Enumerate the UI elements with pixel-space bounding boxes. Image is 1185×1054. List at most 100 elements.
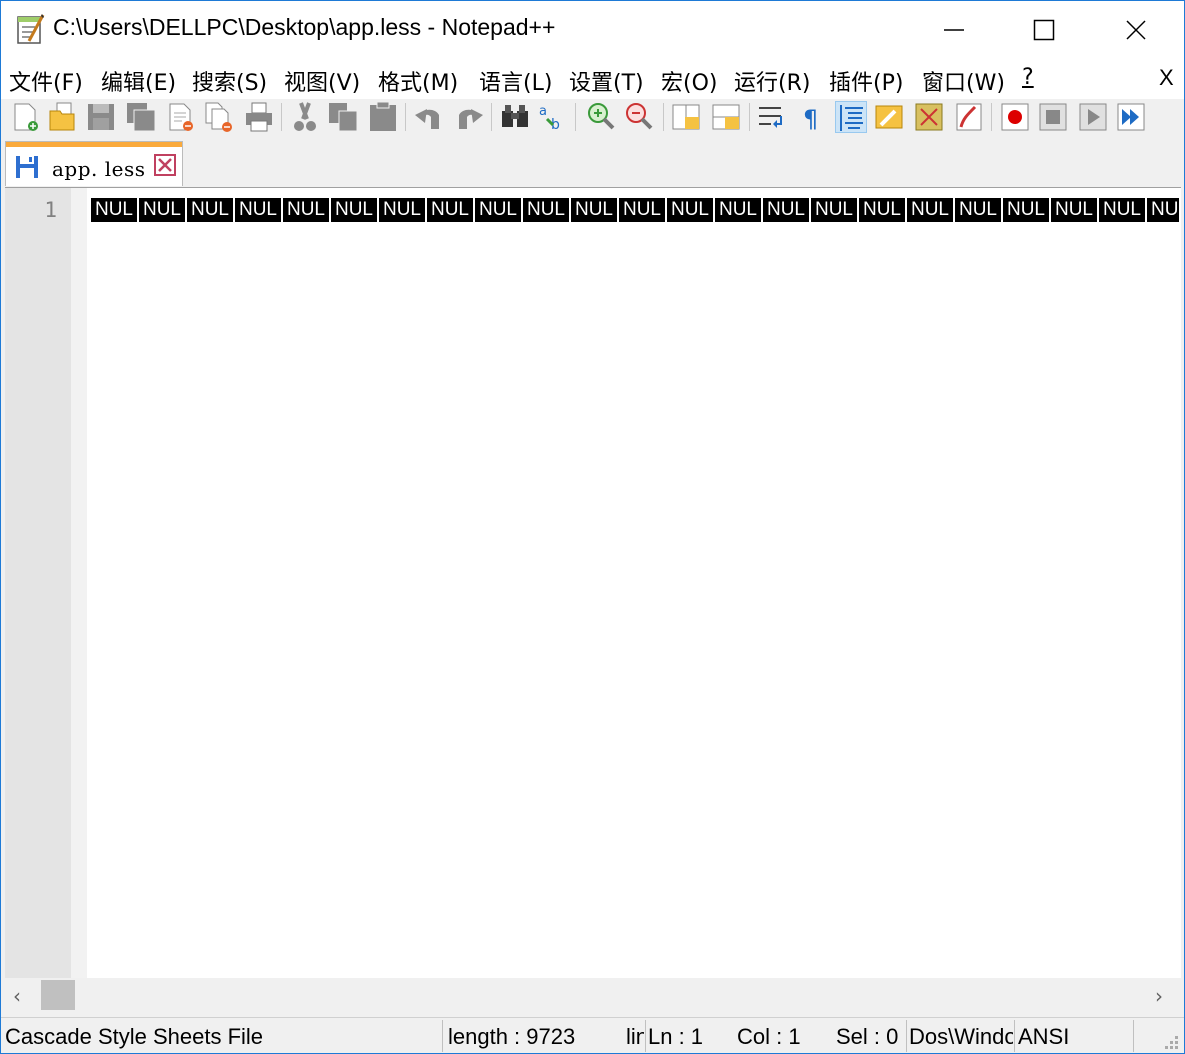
show-all-chars-button[interactable]: ¶ bbox=[797, 101, 829, 133]
run-macro-multiple-icon bbox=[1117, 103, 1145, 131]
tab-app-less[interactable]: app. less bbox=[5, 141, 183, 186]
word-wrap-button[interactable] bbox=[757, 101, 789, 133]
toolbar-separator bbox=[663, 103, 664, 131]
stop-record-icon bbox=[1039, 103, 1067, 131]
word-wrap-icon bbox=[759, 107, 782, 128]
maximize-button[interactable] bbox=[998, 1, 1090, 59]
sync-horizontal-button[interactable] bbox=[711, 101, 743, 133]
nul-char-token: NUL bbox=[187, 198, 233, 222]
menu-edit[interactable]: 编辑(E) bbox=[101, 65, 176, 97]
new-file-button[interactable] bbox=[9, 101, 41, 133]
toolbar-separator bbox=[749, 103, 750, 131]
menu-language[interactable]: 语言(L) bbox=[479, 65, 552, 97]
menu-plugins[interactable]: 插件(P) bbox=[829, 65, 903, 97]
notepad-plus-plus-icon bbox=[17, 14, 45, 44]
doc-map-button[interactable] bbox=[873, 101, 905, 133]
paste-button[interactable] bbox=[367, 101, 399, 133]
active-tab-indicator bbox=[6, 142, 182, 147]
new-file-icon bbox=[14, 103, 38, 131]
find-button[interactable] bbox=[499, 101, 531, 133]
minimize-button[interactable] bbox=[908, 1, 1000, 59]
toolbar-separator bbox=[991, 103, 992, 131]
cut-icon bbox=[294, 102, 316, 131]
save-all-icon bbox=[127, 103, 156, 132]
status-encoding: ANSI bbox=[1018, 1024, 1070, 1049]
menu-settings[interactable]: 设置(T) bbox=[569, 65, 644, 97]
status-line-number: Ln : 1 bbox=[648, 1024, 704, 1049]
scroll-left-icon[interactable]: ‹ bbox=[13, 984, 21, 1008]
window-title: C:\Users\DELLPC\Desktop\app.less - Notep… bbox=[53, 14, 556, 40]
close-button[interactable] bbox=[165, 101, 197, 133]
title-bar[interactable]: C:\Users\DELLPC\Desktop\app.less - Notep… bbox=[1, 1, 1184, 59]
undo-button[interactable] bbox=[413, 101, 445, 133]
open-file-icon bbox=[49, 102, 75, 131]
toolbar-separator bbox=[575, 103, 576, 131]
indent-guide-button[interactable] bbox=[835, 101, 867, 133]
nul-char-token: NUL bbox=[811, 198, 857, 222]
cut-button[interactable] bbox=[289, 101, 321, 133]
run-macro-multiple-button[interactable] bbox=[1115, 101, 1147, 133]
menu-run[interactable]: 运行(R) bbox=[734, 65, 810, 97]
copy-button[interactable] bbox=[327, 101, 359, 133]
editor-area[interactable]: 1 NUL NUL NUL NUL NUL NUL NUL NUL NUL NUL NUL NUL NU… bbox=[5, 187, 1181, 979]
menu-format[interactable]: 格式(M) bbox=[378, 65, 458, 97]
scrollbar-thumb[interactable] bbox=[41, 980, 75, 1010]
line-number: 1 bbox=[44, 198, 57, 222]
resize-grip-icon[interactable] bbox=[1161, 1032, 1179, 1050]
save-all-button[interactable] bbox=[125, 101, 157, 133]
nul-char-token: NUL bbox=[235, 198, 281, 222]
status-divider bbox=[906, 1020, 907, 1052]
find-icon bbox=[502, 105, 528, 127]
menu-macro[interactable]: 宏(O) bbox=[661, 65, 717, 97]
horizontal-scrollbar[interactable]: ‹ › bbox=[5, 978, 1181, 1013]
line-number-gutter: 1 bbox=[5, 188, 71, 979]
status-selection: Sel : 0 | 0 bbox=[836, 1024, 906, 1049]
zoom-out-button[interactable] bbox=[623, 101, 655, 133]
open-file-button[interactable] bbox=[47, 101, 79, 133]
menu-window[interactable]: 窗口(W) bbox=[922, 65, 1005, 97]
redo-icon bbox=[459, 109, 483, 129]
nul-char-token: NUL bbox=[427, 198, 473, 222]
status-bar: Cascade Style Sheets File length : 9723 … bbox=[1, 1017, 1184, 1053]
close-all-button[interactable] bbox=[203, 101, 235, 133]
stop-record-button[interactable] bbox=[1037, 101, 1069, 133]
nul-char-token: NUL bbox=[1051, 198, 1097, 222]
nul-char-token: NUL bbox=[91, 198, 137, 222]
replace-icon: ab bbox=[539, 104, 560, 133]
tab-close-icon[interactable] bbox=[154, 154, 176, 176]
sync-vertical-button[interactable] bbox=[671, 101, 703, 133]
record-macro-button[interactable] bbox=[999, 101, 1031, 133]
status-eol-format: Dos\Windows bbox=[909, 1024, 1013, 1049]
scroll-right-icon[interactable]: › bbox=[1155, 984, 1163, 1008]
folder-workspace-button[interactable] bbox=[953, 101, 985, 133]
nul-char-token: NUL bbox=[475, 198, 521, 222]
menu-search[interactable]: 搜索(S) bbox=[192, 65, 267, 97]
nul-char-token: NUL bbox=[955, 198, 1001, 222]
status-length: length : 9723 bbox=[448, 1024, 576, 1049]
nul-char-token: NUL bbox=[1003, 198, 1049, 222]
indent-guide-icon bbox=[840, 105, 863, 131]
nul-char-token: NUL bbox=[859, 198, 905, 222]
replace-button[interactable]: ab bbox=[537, 101, 569, 133]
zoom-in-button[interactable] bbox=[585, 101, 617, 133]
nul-char-token: NUL bbox=[715, 198, 761, 222]
minimize-icon bbox=[944, 29, 964, 31]
menu-help[interactable]: ? bbox=[1022, 65, 1034, 90]
fold-margin[interactable] bbox=[71, 188, 87, 979]
menu-view[interactable]: 视图(V) bbox=[284, 65, 360, 97]
save-button[interactable] bbox=[85, 101, 117, 133]
print-button[interactable] bbox=[243, 101, 275, 133]
saved-file-icon bbox=[16, 156, 38, 178]
menu-file[interactable]: 文件(F) bbox=[9, 65, 83, 97]
playback-macro-button[interactable] bbox=[1077, 101, 1109, 133]
close-document-button[interactable]: X bbox=[1159, 65, 1174, 91]
print-icon bbox=[246, 102, 272, 132]
function-list-button[interactable] bbox=[913, 101, 945, 133]
code-line[interactable]: NUL NUL NUL NUL NUL NUL NUL NUL NUL NUL NUL NUL NUL N… bbox=[91, 198, 1179, 224]
nul-char-token: NUL bbox=[907, 198, 953, 222]
close-all-icon bbox=[205, 102, 232, 132]
record-macro-icon bbox=[1001, 103, 1029, 131]
close-window-button[interactable] bbox=[1090, 1, 1182, 59]
redo-button[interactable] bbox=[453, 101, 485, 133]
toolbar-separator bbox=[281, 103, 282, 131]
